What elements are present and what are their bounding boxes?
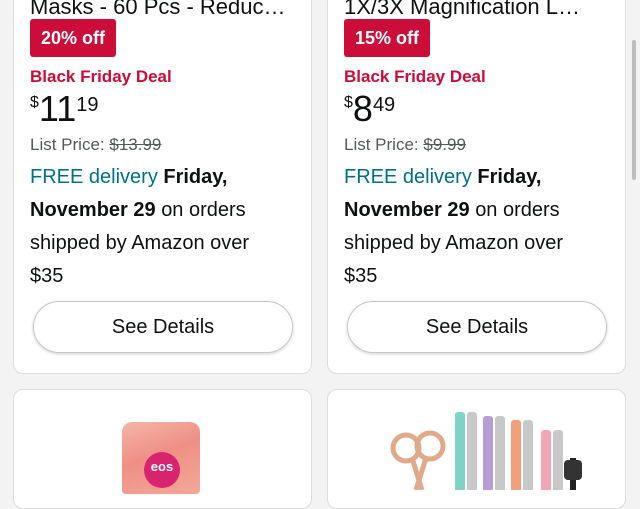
scrollbar[interactable]	[632, 40, 636, 180]
tweezers-scissors-image	[390, 412, 582, 492]
delivery-condition: shipped by Amazon over	[30, 232, 250, 254]
delivery-suffix: on orders	[161, 199, 246, 221]
delivery-date-day: Friday,	[163, 166, 228, 188]
product-image[interactable]: eos	[14, 390, 311, 508]
delivery-info: FREE delivery Friday, November 29 on ord…	[30, 161, 300, 293]
deal-label: Black Friday Deal	[30, 67, 172, 86]
delivery-threshold: $35	[344, 265, 378, 287]
list-price-value: $13.99	[109, 135, 162, 154]
product-card[interactable]: Masks - 60 Pcs - Reduc… 20% off Black Fr…	[13, 0, 312, 374]
list-price: List Price: $9.99	[344, 135, 466, 155]
free-delivery-text: FREE delivery	[344, 166, 472, 188]
delivery-date: November 29	[30, 199, 156, 221]
delivery-date-day: Friday,	[477, 166, 542, 188]
product-title[interactable]: 1X/3X Magnification L…	[344, 0, 604, 19]
eos-product-bag-image: eos	[122, 422, 200, 494]
price: $849	[344, 91, 395, 127]
price-symbol: $	[344, 94, 353, 111]
delivery-threshold: $35	[30, 265, 64, 287]
delivery-info: FREE delivery Friday, November 29 on ord…	[344, 161, 614, 293]
list-price-label: List Price:	[30, 135, 105, 154]
price-fraction: 19	[76, 94, 99, 116]
discount-badge: 15% off	[344, 19, 431, 57]
eos-logo: eos	[144, 452, 180, 488]
see-details-button[interactable]: See Details	[33, 301, 293, 353]
delivery-suffix: on orders	[475, 199, 560, 221]
product-card[interactable]: 1X/3X Magnification L… 15% off Black Fri…	[327, 0, 626, 374]
product-card[interactable]	[327, 389, 626, 509]
delivery-date: November 29	[344, 199, 470, 221]
list-price-value: $9.99	[423, 135, 466, 154]
product-card[interactable]: eos	[13, 389, 312, 509]
price-symbol: $	[30, 94, 39, 111]
discount-badge: 20% off	[30, 19, 117, 57]
product-image[interactable]	[328, 390, 625, 508]
list-price-label: List Price:	[344, 135, 419, 154]
price-fraction: 49	[372, 94, 396, 116]
delivery-condition: shipped by Amazon over	[344, 232, 564, 254]
deal-label: Black Friday Deal	[344, 67, 486, 86]
price-whole: 8	[352, 88, 373, 129]
see-details-button[interactable]: See Details	[347, 301, 607, 353]
free-delivery-text: FREE delivery	[30, 166, 158, 188]
price: $1119	[30, 91, 99, 127]
list-price: List Price: $13.99	[30, 135, 161, 155]
product-title[interactable]: Masks - 60 Pcs - Reduc…	[30, 0, 290, 19]
price-whole: 11	[38, 88, 77, 129]
